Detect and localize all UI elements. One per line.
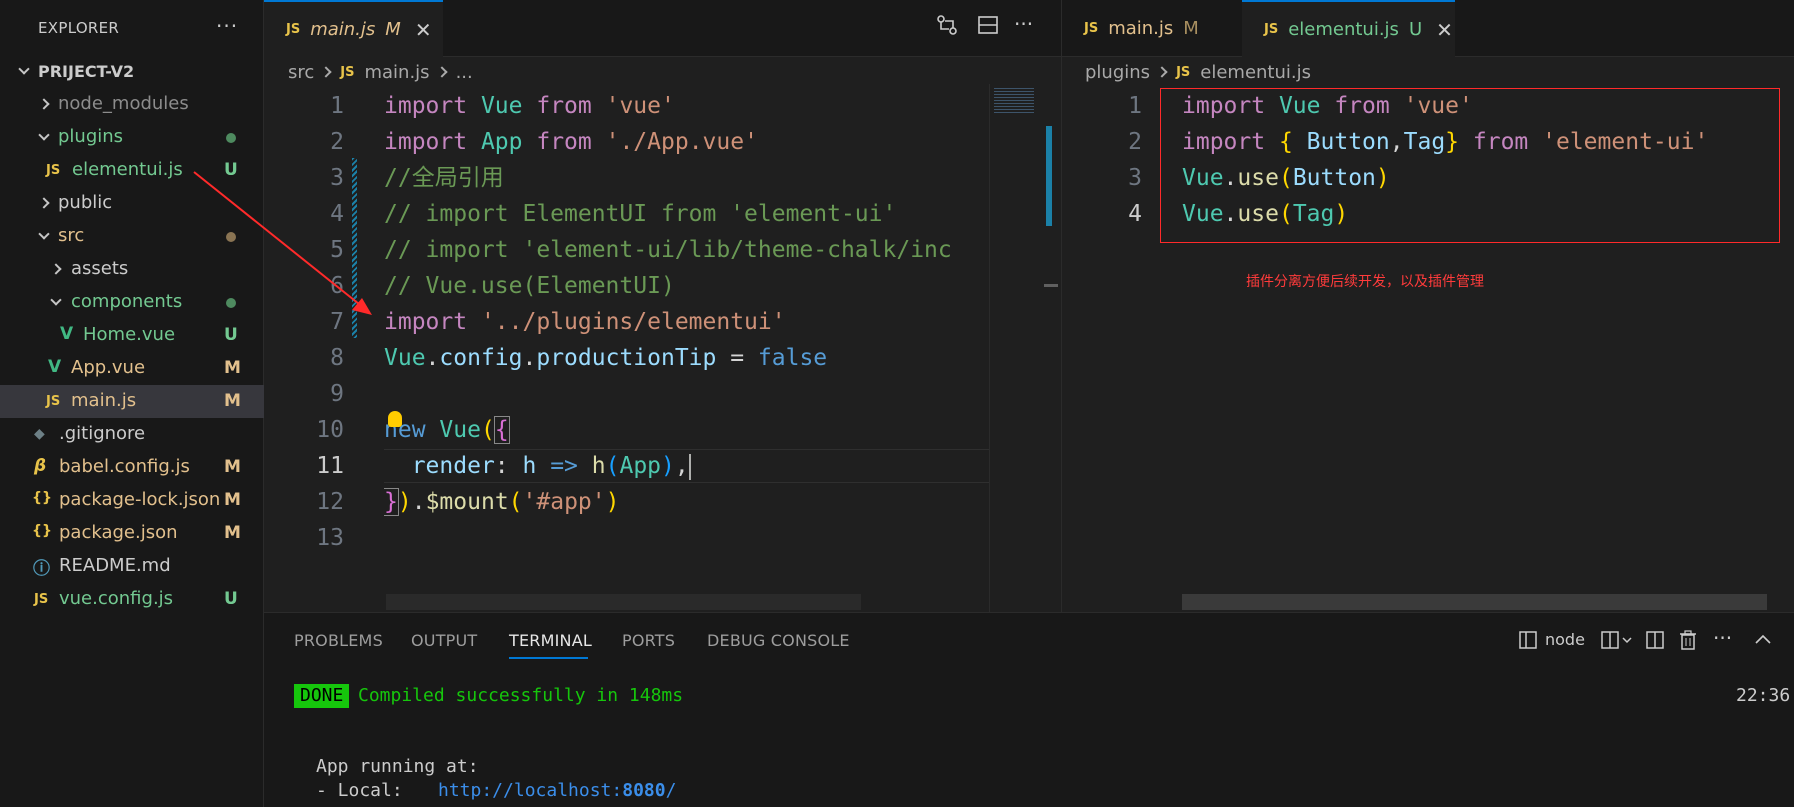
annotation-text: 插件分离方便后续开发，以及插件管理 <box>1246 274 1484 290</box>
close-icon[interactable]: ✕ <box>1436 18 1453 42</box>
tab-label: main.js <box>1108 18 1174 39</box>
line-number: 1 <box>1128 93 1142 119</box>
local-label: - Local: <box>316 780 403 801</box>
active-tab-indicator <box>509 657 588 659</box>
breadcrumb-file[interactable]: elementui.js <box>1200 62 1311 83</box>
local-url-suffix: / <box>665 780 677 801</box>
tab-elementui-js[interactable]: JS elementui.js U ✕ <box>1242 0 1455 57</box>
local-url-port: 8080 <box>622 780 666 801</box>
tab-status: M <box>1183 18 1199 39</box>
terminal-icon[interactable] <box>1518 630 1538 655</box>
annotation-box <box>1160 88 1780 243</box>
tab-output[interactable]: OUTPUT <box>411 631 477 650</box>
breadcrumb-folder[interactable]: plugins <box>1085 62 1150 83</box>
js-file-icon: JS <box>1264 22 1279 37</box>
local-url-prefix: http://localhost: <box>438 780 623 801</box>
tab-label: elementui.js <box>1288 19 1399 40</box>
layout-icon[interactable] <box>1645 630 1665 655</box>
local-url[interactable]: http://localhost:8080/ <box>438 780 676 801</box>
chevron-right-icon <box>1156 66 1168 78</box>
breadcrumb: plugins JS elementui.js <box>1085 59 1311 85</box>
tab-problems[interactable]: PROBLEMS <box>294 631 383 650</box>
done-badge: DONE <box>294 684 350 708</box>
terminal-name[interactable]: node <box>1545 630 1585 649</box>
terminal-time: 22:36 <box>1736 685 1791 706</box>
split-terminal-icon[interactable] <box>1600 630 1636 655</box>
horizontal-scrollbar[interactable] <box>1182 594 1767 610</box>
tab-status: U <box>1408 19 1423 40</box>
tab-main-js[interactable]: JS main.js M <box>1062 0 1242 57</box>
line-number-current: 4 <box>1128 201 1142 227</box>
line-number: 3 <box>1128 165 1142 191</box>
js-file-icon: JS <box>1084 21 1099 36</box>
line-number: 2 <box>1128 129 1142 155</box>
tab-debug-console[interactable]: DEBUG CONSOLE <box>707 631 850 650</box>
editor-group-right: JS main.js M JS elementui.js U ✕ plugins… <box>1061 0 1794 612</box>
more-actions-icon[interactable]: ··· <box>1713 626 1732 650</box>
compile-status: Compiled successfully in 148ms <box>358 685 684 706</box>
js-file-icon: JS <box>1176 64 1191 80</box>
trash-icon[interactable] <box>1678 629 1698 656</box>
chevron-up-icon[interactable] <box>1754 631 1772 651</box>
bottom-panel: PROBLEMS OUTPUT TERMINAL PORTS DEBUG CON… <box>264 612 1794 807</box>
tab-bar: JS main.js M JS elementui.js U ✕ <box>1062 0 1794 57</box>
running-label: App running at: <box>316 756 479 777</box>
tab-terminal[interactable]: TERMINAL <box>509 631 592 650</box>
tab-ports[interactable]: PORTS <box>622 631 675 650</box>
